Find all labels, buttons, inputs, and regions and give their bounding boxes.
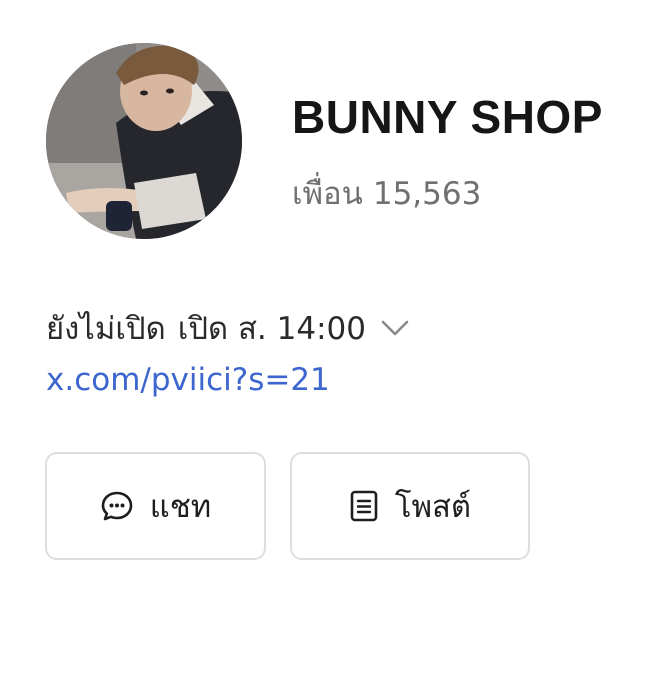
friends-count: เพื่อน 15,563 [292, 168, 481, 218]
chevron-down-icon[interactable] [380, 318, 410, 338]
status-closed: ยังไม่เปิด [46, 311, 166, 347]
post-button[interactable]: โพสต์ [290, 452, 530, 560]
profile-photo [46, 43, 242, 239]
shop-name: BUNNY SHOP [292, 91, 603, 143]
post-button-label: โพสต์ [394, 489, 472, 525]
chat-bubble-icon [100, 489, 134, 523]
opening-time: เปิด ส. 14:00 [177, 311, 366, 347]
post-document-icon [349, 489, 379, 523]
chat-button-label: แชท [149, 489, 212, 525]
friends-number: 15,563 [372, 176, 482, 212]
business-hours[interactable]: ยังไม่เปิด เปิด ส. 14:00 [46, 303, 410, 353]
avatar[interactable] [46, 43, 242, 239]
friends-label: เพื่อน [292, 176, 363, 212]
profile-link[interactable]: x.com/pviici?s=21 [46, 362, 330, 398]
chat-button[interactable]: แชท [45, 452, 266, 560]
